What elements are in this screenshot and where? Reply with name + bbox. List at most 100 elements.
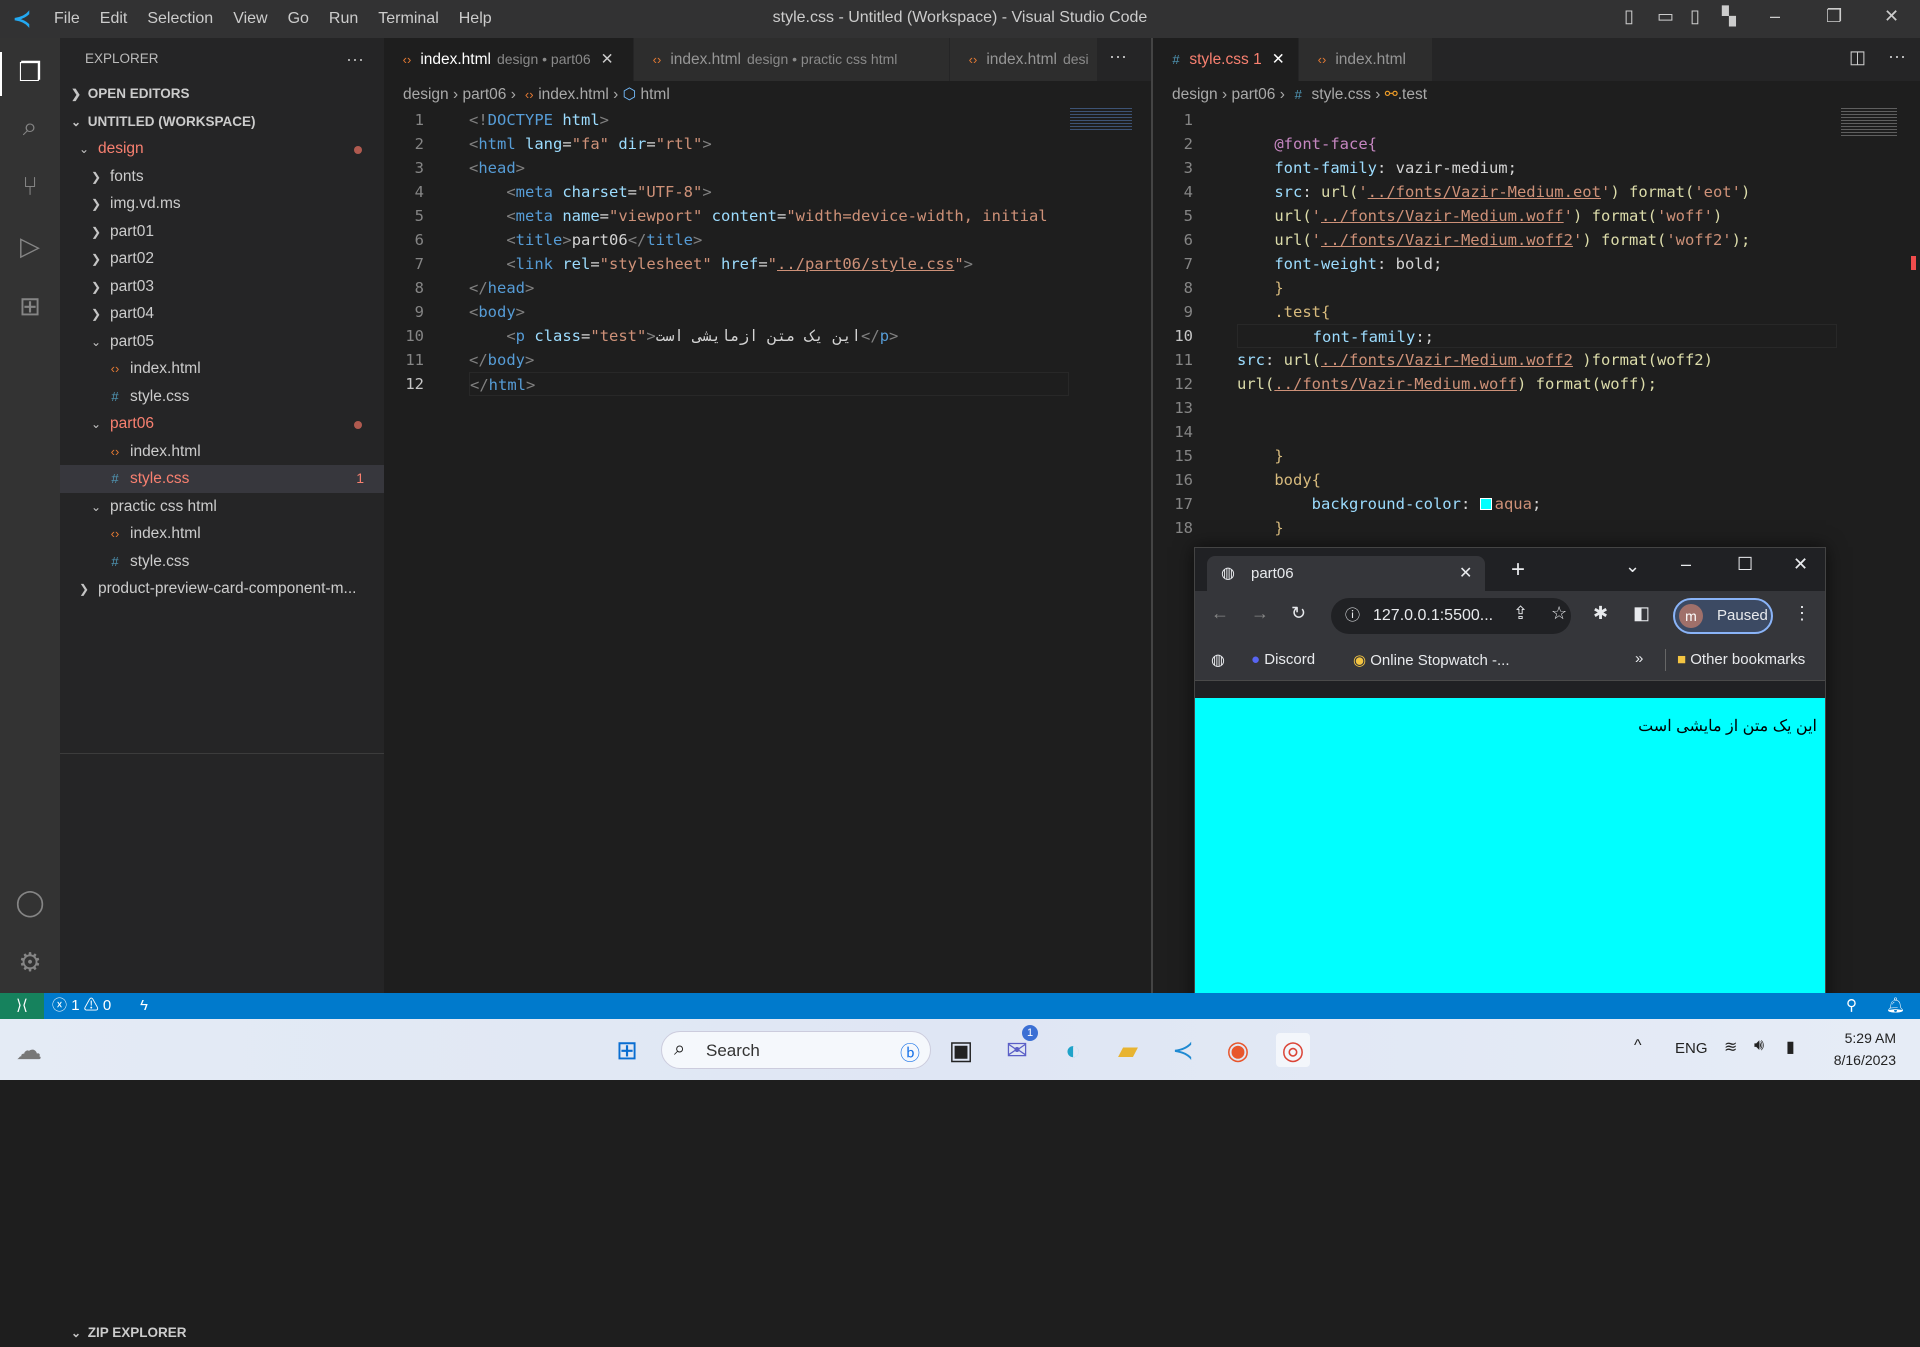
tree-item[interactable]: ❯part04 [60,300,384,328]
globe-icon[interactable]: ◍ [1211,650,1225,670]
breadcrumb-item[interactable]: part06 [1231,86,1275,103]
taskbar-search[interactable]: ⌕ Search ⓑ [661,1031,931,1069]
tree-item[interactable]: ⌄part06 [60,410,384,438]
share-icon[interactable]: ⇪ [1513,603,1528,624]
breadcrumb-item[interactable]: index.html [538,86,609,103]
minimap[interactable] [1070,108,1132,130]
maximize-button[interactable]: ☐ [1737,554,1753,575]
firefox-icon[interactable]: ◉ [1221,1033,1255,1067]
menu-file[interactable]: File [44,10,90,28]
language-indicator[interactable]: ENG [1675,1040,1708,1057]
vscode-taskbar-icon[interactable]: ≺ [1166,1033,1200,1067]
tree-item[interactable]: ‹›index.html [60,355,384,383]
tree-item[interactable]: ❯img.vd.ms [60,190,384,218]
explorer-files-icon[interactable]: ❐ [14,56,46,88]
task-view-icon[interactable]: ▣ [944,1033,978,1067]
back-icon[interactable]: ← [1211,603,1229,624]
menu-terminal[interactable]: Terminal [368,10,448,28]
tray-overflow-chevron-icon[interactable]: ^ [1634,1037,1642,1055]
side-panel-icon[interactable]: ◧ [1633,603,1650,624]
menu-view[interactable]: View [223,10,277,28]
start-windows-icon[interactable]: ⊞ [610,1033,644,1067]
tree-item[interactable]: ‹›index.html [60,520,384,548]
feedback-icon[interactable]: ⚲ [1846,993,1857,1019]
reload-icon[interactable]: ↻ [1291,603,1306,624]
forward-icon[interactable]: → [1251,603,1269,624]
extensions-icon[interactable]: ⊞ [14,290,46,322]
lightning-icon[interactable]: ϟ [140,993,148,1019]
customize-layout-icon[interactable]: ▚ [1722,6,1736,27]
toggle-sidebar-icon[interactable]: ▯ [1624,6,1634,27]
more-tabs-icon[interactable]: ··· [1109,46,1127,67]
weather-icon[interactable]: ☁ [12,1033,46,1067]
source-control-icon[interactable]: ⑂ [14,170,46,202]
open-editors-section[interactable]: ❯ OPEN EDITORS [60,80,384,108]
breadcrumb-item[interactable]: style.css [1312,86,1371,103]
tab-search-chevron-icon[interactable]: ⌄ [1625,556,1640,577]
edge-icon[interactable]: ◐ [1056,1033,1090,1067]
breadcrumb-item[interactable]: html [641,86,670,103]
minimize-button[interactable]: – [1770,6,1780,27]
more-actions-icon[interactable]: ··· [1888,46,1906,67]
breadcrumb-item[interactable]: design [403,86,449,103]
more-actions-icon[interactable]: ··· [346,38,364,80]
breadcrumb-item[interactable]: part06 [462,86,506,103]
menu-help[interactable]: Help [449,10,502,28]
menu-kebab-icon[interactable]: ⋮ [1793,603,1811,624]
restore-button[interactable]: ❐ [1826,6,1842,27]
bookmark-star-icon[interactable]: ☆ [1551,603,1567,624]
tab-style-css[interactable]: # style.css 1✕ [1153,38,1299,81]
close-tab-icon[interactable]: ✕ [1459,556,1472,591]
remote-icon[interactable]: ⟩⟨ [0,993,44,1019]
file-explorer-icon[interactable]: ▰ [1111,1033,1145,1067]
minimize-button[interactable]: – [1681,554,1691,575]
bookmark-online-stopwatch[interactable]: ◉ Online Stopwatch -... [1353,651,1510,669]
address-bar[interactable]: ⓘ127.0.0.1:5500... [1331,598,1571,634]
tree-item[interactable]: ⌄part05 [60,328,384,356]
other-bookmarks[interactable]: ■ Other bookmarks [1677,651,1805,668]
problems-indicator[interactable]: ⓧ 1 ⚠ 0 [52,993,111,1019]
close-button[interactable]: ✕ [1793,554,1808,575]
tab-index-html-practic[interactable]: ‹› index.htmldesign • practic css html [634,38,950,81]
menu-edit[interactable]: Edit [90,10,138,28]
zip-explorer-section[interactable]: ⌄ ZIP EXPLORER [60,1319,384,1347]
breadcrumb-item[interactable]: design [1172,86,1218,103]
profile-button[interactable]: m Paused [1673,598,1773,634]
tree-item[interactable]: #style.css [60,548,384,576]
tab-index-html[interactable]: ‹› index.html [1299,38,1433,81]
wifi-icon[interactable]: ≋ [1724,1037,1737,1057]
tree-item[interactable]: ❯part02 [60,245,384,273]
close-button[interactable]: ✕ [1884,6,1899,27]
run-debug-icon[interactable]: ▷ [14,230,46,262]
menu-go[interactable]: Go [278,10,319,28]
toggle-panel-icon[interactable]: ▭ [1657,6,1674,27]
tree-item[interactable]: ❯fonts [60,163,384,191]
workspace-section[interactable]: ⌄ UNTITLED (WORKSPACE) [60,108,384,136]
settings-gear-icon[interactable]: ⚙ [14,946,46,978]
close-tab-icon[interactable]: ✕ [601,51,614,68]
chrome-icon[interactable]: ◎ [1276,1033,1310,1067]
browser-tab[interactable]: ◍part06✕ [1207,556,1485,591]
close-tab-icon[interactable]: ✕ [1272,51,1285,68]
extensions-icon[interactable]: ✱ [1593,603,1608,624]
tree-item[interactable]: ❯product-preview-card-component-m... [60,575,384,603]
notifications-bell-icon[interactable]: 🔔︎ [1886,993,1905,1019]
clock[interactable]: 5:29 AM8/16/2023 [1820,1027,1896,1071]
more-bookmarks-button[interactable]: » [1635,650,1643,667]
bookmark-discord[interactable]: ● Discord [1251,651,1315,668]
site-info-icon[interactable]: ⓘ [1345,598,1360,634]
tree-item[interactable]: ‹›index.html [60,438,384,466]
toggle-secondary-sidebar-icon[interactable]: ▯ [1690,6,1700,27]
search-icon[interactable]: ⌕ [14,110,46,142]
menu-run[interactable]: Run [319,10,368,28]
account-icon[interactable]: ◯ [14,886,46,918]
tree-item[interactable]: ⌄design [60,135,384,163]
breadcrumb-item[interactable]: .test [1398,86,1427,103]
tab-index-html-part06[interactable]: ‹› index.htmldesign • part06✕ [384,38,634,81]
tree-item[interactable]: ⌄practic css html [60,493,384,521]
tree-item[interactable]: #style.css [60,383,384,411]
volume-icon[interactable]: 🔊︎ [1754,1037,1764,1055]
teams-chat-icon[interactable]: ✉1 [1000,1033,1034,1067]
new-tab-icon[interactable]: + [1511,556,1525,584]
tab-index-html-other[interactable]: ‹› index.htmldesi [950,38,1098,81]
